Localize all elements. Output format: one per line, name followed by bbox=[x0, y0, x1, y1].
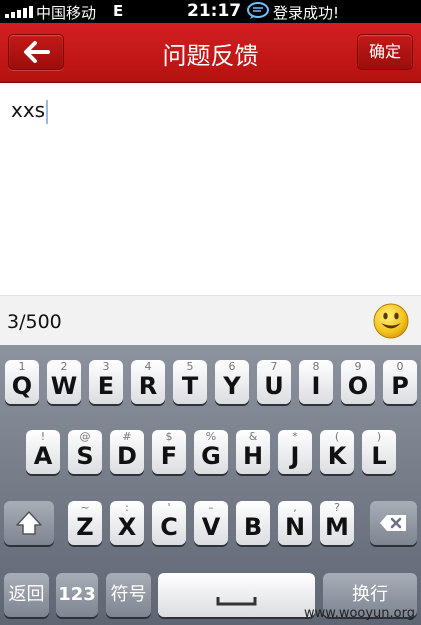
status-bar: 中国移动 E 21:17 登录成功! bbox=[0, 0, 421, 23]
key-p[interactable]: 0P bbox=[383, 360, 417, 404]
back-key[interactable]: 返回 bbox=[4, 573, 49, 617]
watermark: www.wooyun.org bbox=[303, 606, 415, 621]
key-r[interactable]: 4R bbox=[131, 360, 165, 404]
key-letter: G bbox=[201, 442, 221, 470]
clock: 21:17 bbox=[187, 1, 242, 21]
key-letter: Z bbox=[76, 513, 94, 541]
key-w[interactable]: 2W bbox=[47, 360, 81, 404]
key-letter: O bbox=[347, 372, 369, 400]
input-toolbar: 3/500 bbox=[0, 295, 421, 346]
key-o[interactable]: 9O bbox=[341, 360, 375, 404]
key-v[interactable]: – V bbox=[194, 501, 228, 545]
key-letter: N bbox=[284, 513, 306, 541]
nav-bar: 问题反馈 确定 bbox=[0, 23, 421, 83]
key-letter: P bbox=[391, 372, 409, 400]
key-letter: F bbox=[160, 442, 178, 470]
key-letter: K bbox=[327, 442, 347, 470]
feedback-textarea[interactable]: xxs bbox=[0, 83, 421, 295]
key-letter: Q bbox=[11, 372, 33, 400]
key-letter: M bbox=[325, 513, 349, 541]
key-a[interactable]: ! A bbox=[26, 430, 60, 474]
key-letter: V bbox=[201, 513, 221, 541]
space-key[interactable] bbox=[158, 573, 315, 617]
key-s[interactable]: @ S bbox=[68, 430, 102, 474]
key-f[interactable]: $ F bbox=[152, 430, 186, 474]
key-m[interactable]: ? M bbox=[320, 501, 354, 545]
key-y[interactable]: 6Y bbox=[215, 360, 249, 404]
signal-strength-icon bbox=[5, 5, 33, 18]
feedback-input-value: xxs bbox=[11, 98, 49, 124]
symbols-key[interactable]: 符号 bbox=[106, 573, 151, 617]
onscreen-keyboard: 返回 123 符号 换行 1 Q 2 W 3 E 4 R 5 T 6 Y 7 U 8 I 9 O 0 P! A @ S # D $… bbox=[0, 345, 421, 625]
key-x[interactable]: :X bbox=[110, 501, 144, 545]
key-letter: X bbox=[117, 513, 137, 541]
key-letter: T bbox=[181, 372, 199, 400]
key-letter: H bbox=[242, 442, 264, 470]
emoji-smiley-icon[interactable] bbox=[373, 303, 409, 339]
carrier-name: 中国移动 bbox=[36, 4, 97, 22]
key-letter: J bbox=[290, 442, 300, 470]
key-b[interactable]: B bbox=[236, 501, 270, 545]
key-u[interactable]: 7U bbox=[257, 360, 291, 404]
key-letter: R bbox=[138, 372, 158, 400]
key-letter: B bbox=[243, 513, 263, 541]
key-letter: U bbox=[264, 372, 284, 400]
key-letter: C bbox=[160, 513, 178, 541]
key-h[interactable]: & H bbox=[236, 430, 270, 474]
key-letter: Y bbox=[223, 372, 241, 400]
chat-bubble-icon bbox=[247, 2, 269, 19]
key-l[interactable]: ) L bbox=[362, 430, 396, 474]
key-q[interactable]: 1Q bbox=[5, 360, 39, 404]
key-j[interactable]: * J bbox=[278, 430, 312, 474]
confirm-button[interactable]: 确定 bbox=[357, 34, 413, 70]
key-c[interactable]: ' C bbox=[152, 501, 186, 545]
text-caret bbox=[46, 99, 49, 124]
key-letter: A bbox=[33, 442, 53, 470]
key-z[interactable]: ~ Z bbox=[68, 501, 102, 545]
numbers-key[interactable]: 123 bbox=[56, 573, 98, 617]
key-t[interactable]: 5T bbox=[173, 360, 207, 404]
shift-key[interactable] bbox=[4, 501, 54, 545]
key-k[interactable]: (K bbox=[320, 430, 354, 474]
key-letter: I bbox=[311, 372, 321, 400]
key-letter: W bbox=[50, 372, 78, 400]
space-bar-icon bbox=[216, 597, 257, 606]
backspace-icon bbox=[380, 515, 406, 531]
key-n[interactable]: ,N bbox=[278, 501, 312, 545]
key-i[interactable]: 8I bbox=[299, 360, 333, 404]
key-letter: E bbox=[97, 372, 115, 400]
key-letter: D bbox=[117, 442, 137, 470]
key-e[interactable]: 3E bbox=[89, 360, 123, 404]
shift-arrow-icon bbox=[16, 511, 42, 535]
delete-key[interactable] bbox=[370, 501, 417, 545]
key-letter: L bbox=[371, 442, 387, 470]
character-count: 3/500 bbox=[7, 311, 62, 333]
key-d[interactable]: # D bbox=[110, 430, 144, 474]
key-letter: S bbox=[76, 442, 94, 470]
key-g[interactable]: % G bbox=[194, 430, 228, 474]
network-type: E bbox=[113, 2, 124, 20]
login-success-toast: 登录成功! bbox=[273, 4, 340, 22]
